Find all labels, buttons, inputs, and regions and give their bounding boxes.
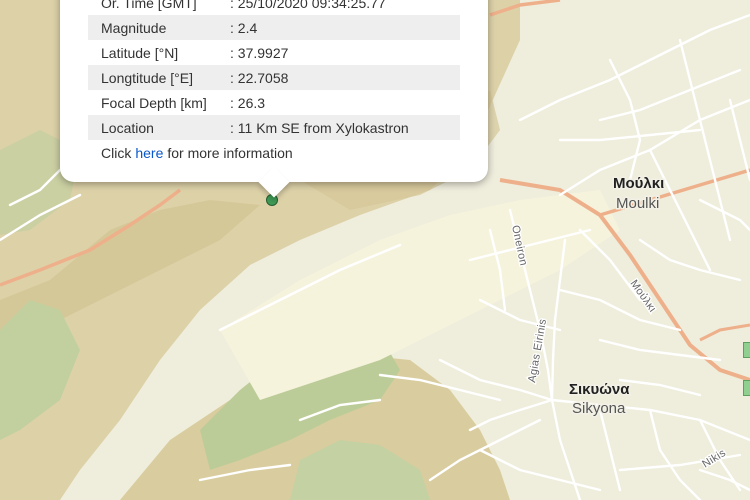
info-value: : 25/10/2020 09:34:25.77 xyxy=(230,0,386,11)
info-label: Location xyxy=(101,119,154,136)
more-info-line: Click here for more information xyxy=(88,140,460,165)
info-value: : 11 Km SE from Xylokastron xyxy=(230,119,409,136)
info-label: Latitude [°N] xyxy=(101,44,179,61)
place-label-moulki-gr: Μούλκι xyxy=(613,175,664,192)
map-edge-feature xyxy=(743,380,750,396)
map-edge-feature xyxy=(743,342,750,358)
info-value: : 2.4 xyxy=(230,19,258,36)
info-row-latitude: Latitude [°N] : 37.9927 xyxy=(88,40,460,65)
earthquake-info-popup: Or. Time [GMT] : 25/10/2020 09:34:25.77 … xyxy=(60,0,488,198)
place-label-sikyona-en: Sikyona xyxy=(572,400,626,417)
info-row-focal-depth: Focal Depth [km] : 26.3 xyxy=(88,90,460,115)
info-label: Longtitude [°E] xyxy=(101,69,193,86)
popup-content: Or. Time [GMT] : 25/10/2020 09:34:25.77 … xyxy=(88,0,460,165)
info-row-origin-time: Or. Time [GMT] : 25/10/2020 09:34:25.77 xyxy=(88,0,460,15)
info-row-location: Location : 11 Km SE from Xylokastron xyxy=(88,115,460,140)
info-label: Focal Depth [km] xyxy=(101,94,207,111)
info-value: : 22.7058 xyxy=(230,69,289,86)
info-value: : 37.9927 xyxy=(230,44,289,61)
place-label-sikyona-gr: Σικυώνα xyxy=(569,381,630,398)
info-label: Or. Time [GMT] xyxy=(101,0,197,11)
more-info-link[interactable]: here xyxy=(135,145,163,161)
info-value: : 26.3 xyxy=(230,94,266,111)
info-label: Magnitude xyxy=(101,19,167,36)
place-label-moulki-en: Moulki xyxy=(616,195,659,212)
more-info-suffix: for more information xyxy=(167,144,293,161)
info-row-longitude: Longtitude [°E] : 22.7058 xyxy=(88,65,460,90)
info-row-magnitude: Magnitude : 2.4 xyxy=(88,15,460,40)
more-info-prefix: Click xyxy=(101,144,132,161)
